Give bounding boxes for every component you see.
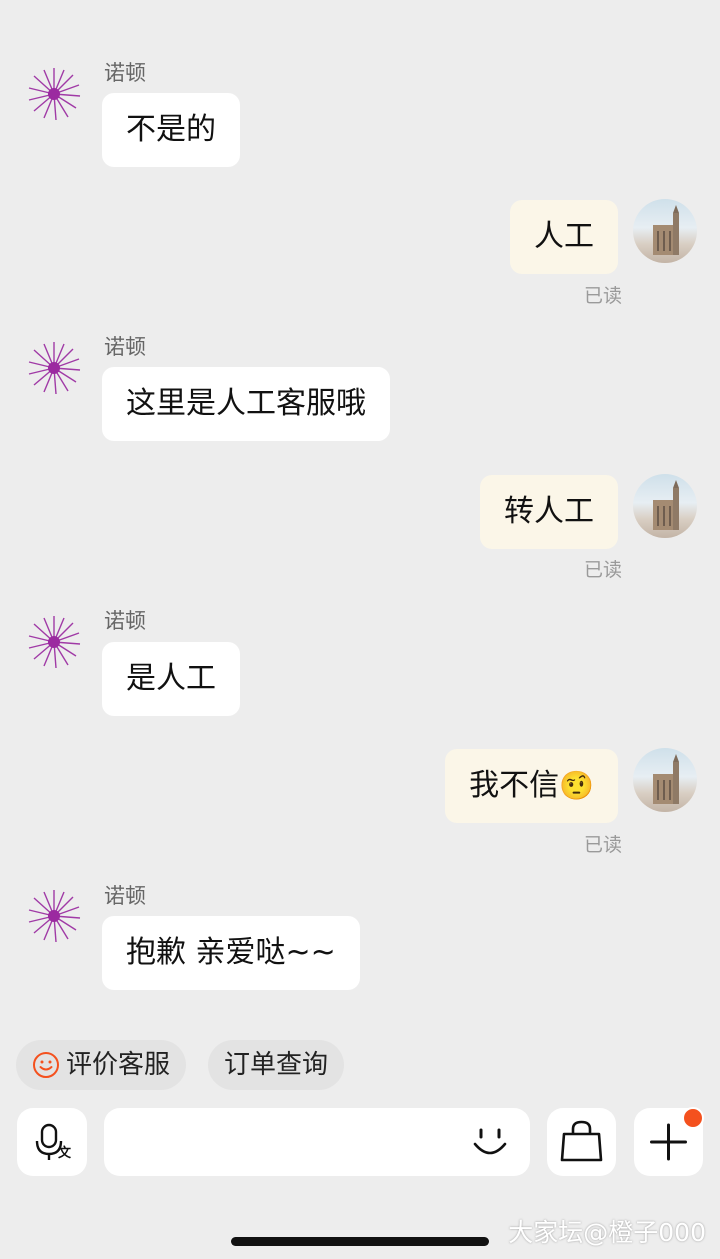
home-indicator bbox=[231, 1237, 489, 1246]
rate-service-label: 评价客服 bbox=[66, 1050, 171, 1080]
shopping-bag-icon bbox=[560, 1120, 603, 1162]
smiley-icon bbox=[33, 1052, 59, 1078]
order-query-button[interactable]: 订单查询 bbox=[208, 1040, 345, 1090]
message-text: 我不信 bbox=[469, 768, 560, 803]
message-bubble-user: 转人工 bbox=[480, 475, 618, 549]
message-bubble-agent: 这里是人工客服哦 bbox=[102, 367, 390, 441]
agent-avatar[interactable] bbox=[26, 66, 82, 122]
message-bubble-user: 人工 bbox=[510, 200, 618, 274]
building-icon bbox=[653, 205, 679, 255]
microphone-translate-icon: 文 bbox=[35, 1123, 72, 1161]
rate-service-button[interactable]: 评价客服 bbox=[16, 1040, 187, 1090]
building-icon bbox=[653, 754, 679, 804]
sender-name: 诺顿 bbox=[104, 609, 146, 633]
message-input-field[interactable] bbox=[120, 1108, 454, 1178]
shopping-bag-button[interactable] bbox=[547, 1108, 616, 1176]
notification-dot bbox=[682, 1107, 704, 1129]
message-input[interactable] bbox=[104, 1108, 530, 1178]
user-avatar[interactable] bbox=[633, 474, 697, 538]
message-bubble-agent: 不是的 bbox=[102, 93, 240, 167]
raised-eyebrow-emoji: 🤨 bbox=[559, 769, 594, 802]
sender-name: 诺顿 bbox=[104, 884, 146, 908]
emoji-icon[interactable] bbox=[470, 1122, 510, 1162]
read-receipt: 已读 bbox=[583, 834, 622, 856]
agent-avatar[interactable] bbox=[26, 888, 82, 944]
read-receipt: 已读 bbox=[583, 559, 622, 581]
building-icon bbox=[653, 480, 679, 530]
agent-avatar[interactable] bbox=[26, 614, 82, 670]
voice-input-button[interactable]: 文 bbox=[17, 1108, 87, 1176]
sender-name: 诺顿 bbox=[104, 61, 146, 85]
svg-text:文: 文 bbox=[58, 1145, 72, 1161]
agent-avatar[interactable] bbox=[26, 340, 82, 396]
message-bubble-user: 我不信🤨 bbox=[445, 749, 618, 823]
user-avatar[interactable] bbox=[633, 748, 697, 812]
message-bubble-agent: 是人工 bbox=[102, 642, 240, 716]
message-bubble-agent: 抱歉 亲爱哒~~ bbox=[102, 916, 360, 990]
user-avatar[interactable] bbox=[633, 199, 697, 263]
sender-name: 诺顿 bbox=[104, 335, 146, 359]
read-receipt: 已读 bbox=[583, 285, 622, 307]
watermark: 大家坛@橙子000 bbox=[508, 1218, 706, 1247]
order-query-label: 订单查询 bbox=[224, 1050, 329, 1080]
